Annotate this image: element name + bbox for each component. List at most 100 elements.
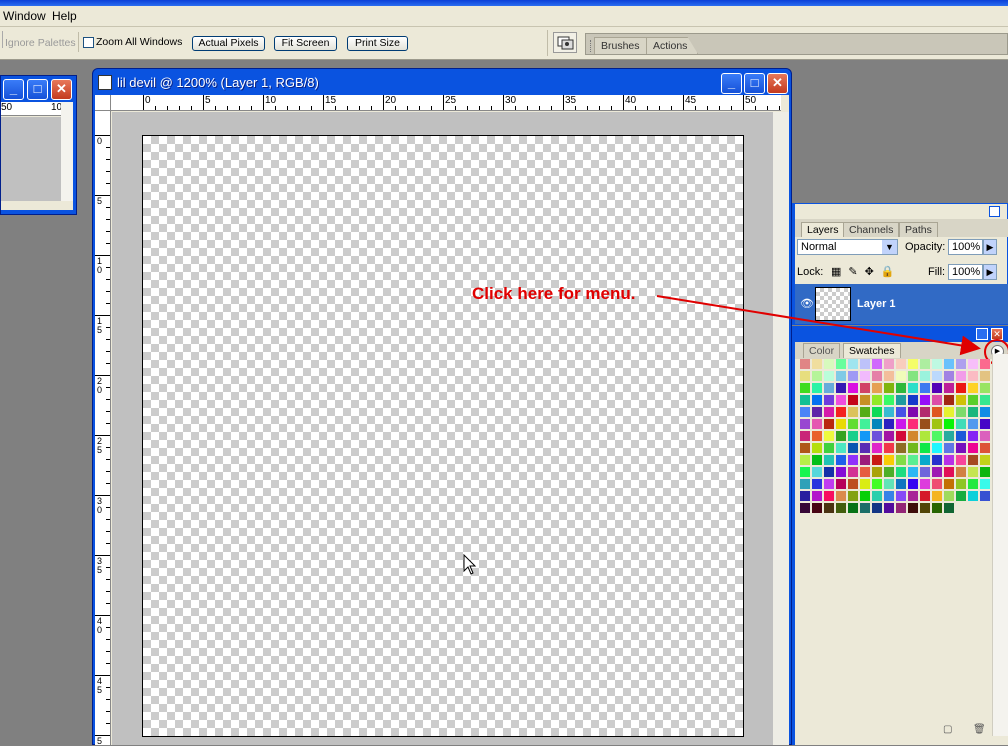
color-swatch[interactable]: [956, 431, 967, 442]
color-swatch[interactable]: [824, 431, 835, 442]
color-swatch[interactable]: [932, 371, 943, 382]
print-size-button[interactable]: Print Size: [347, 36, 408, 51]
color-swatch[interactable]: [800, 395, 811, 406]
color-swatch[interactable]: [860, 467, 871, 478]
color-swatch[interactable]: [908, 371, 919, 382]
color-swatch[interactable]: [920, 455, 931, 466]
color-swatch[interactable]: [896, 503, 907, 514]
color-swatch[interactable]: [968, 371, 979, 382]
color-swatch[interactable]: [812, 479, 823, 490]
color-swatch[interactable]: [836, 491, 847, 502]
color-swatch[interactable]: [884, 467, 895, 478]
color-swatch[interactable]: [956, 467, 967, 478]
color-swatch[interactable]: [932, 359, 943, 370]
color-swatch[interactable]: [836, 479, 847, 490]
color-swatch[interactable]: [800, 503, 811, 514]
color-swatch[interactable]: [812, 383, 823, 394]
color-swatch[interactable]: [884, 371, 895, 382]
color-swatch[interactable]: [980, 479, 991, 490]
color-swatch[interactable]: [968, 443, 979, 454]
color-swatch[interactable]: [908, 479, 919, 490]
color-swatch[interactable]: [884, 383, 895, 394]
color-swatch[interactable]: [824, 455, 835, 466]
color-swatch[interactable]: [968, 407, 979, 418]
color-swatch[interactable]: [896, 431, 907, 442]
color-swatch[interactable]: [944, 431, 955, 442]
color-swatch[interactable]: [980, 359, 991, 370]
color-swatch[interactable]: [860, 395, 871, 406]
color-swatch[interactable]: [884, 431, 895, 442]
color-swatch[interactable]: [884, 443, 895, 454]
vertical-scrollbar[interactable]: [61, 102, 73, 201]
color-swatch[interactable]: [860, 419, 871, 430]
color-swatch[interactable]: [956, 443, 967, 454]
color-swatch[interactable]: [848, 395, 859, 406]
color-swatch[interactable]: [968, 419, 979, 430]
color-swatch[interactable]: [860, 383, 871, 394]
color-swatch[interactable]: [836, 431, 847, 442]
color-swatch[interactable]: [884, 359, 895, 370]
color-swatch[interactable]: [800, 467, 811, 478]
color-swatch[interactable]: [932, 491, 943, 502]
color-swatch[interactable]: [980, 443, 991, 454]
menu-help[interactable]: Help: [49, 8, 80, 25]
color-swatch[interactable]: [800, 371, 811, 382]
color-swatch[interactable]: [896, 371, 907, 382]
color-swatch[interactable]: [956, 455, 967, 466]
minimize-button[interactable]: _: [3, 79, 24, 100]
opacity-slider-arrow-icon[interactable]: ▶: [983, 239, 997, 255]
color-swatch[interactable]: [980, 491, 991, 502]
color-swatch[interactable]: [932, 503, 943, 514]
color-swatch[interactable]: [836, 371, 847, 382]
color-swatch[interactable]: [884, 491, 895, 502]
color-swatch[interactable]: [896, 419, 907, 430]
color-swatch[interactable]: [812, 359, 823, 370]
color-swatch[interactable]: [836, 443, 847, 454]
color-swatch[interactable]: [956, 407, 967, 418]
color-swatch[interactable]: [812, 467, 823, 478]
color-swatch[interactable]: [968, 431, 979, 442]
color-swatch[interactable]: [848, 467, 859, 478]
lock-icons[interactable]: ▦✎✥🔒: [831, 265, 902, 278]
trash-icon[interactable]: 🗑: [973, 724, 986, 735]
color-swatch[interactable]: [800, 407, 811, 418]
color-swatch[interactable]: [836, 419, 847, 430]
color-swatch[interactable]: [932, 455, 943, 466]
color-swatch[interactable]: [896, 395, 907, 406]
panel-minimize-button[interactable]: [989, 206, 1000, 217]
color-swatch[interactable]: [920, 419, 931, 430]
color-swatch[interactable]: [932, 431, 943, 442]
color-swatch[interactable]: [944, 383, 955, 394]
color-swatch[interactable]: [812, 455, 823, 466]
color-swatch[interactable]: [944, 503, 955, 514]
color-swatch[interactable]: [824, 419, 835, 430]
color-swatch[interactable]: [872, 383, 883, 394]
color-swatch[interactable]: [920, 383, 931, 394]
color-swatch[interactable]: [980, 455, 991, 466]
color-swatch[interactable]: [944, 395, 955, 406]
background-document-window[interactable]: _ □ ✕ 50 10: [0, 75, 77, 215]
color-swatch[interactable]: [812, 443, 823, 454]
color-swatch[interactable]: [872, 491, 883, 502]
zoom-all-windows-checkbox[interactable]: [83, 37, 94, 48]
color-swatch[interactable]: [944, 443, 955, 454]
tab-layers[interactable]: Layers: [801, 222, 845, 237]
color-swatch[interactable]: [908, 503, 919, 514]
color-swatch[interactable]: [932, 407, 943, 418]
color-swatch[interactable]: [896, 467, 907, 478]
color-swatch[interactable]: [908, 359, 919, 370]
well-tab-brushes[interactable]: Brushes: [594, 37, 647, 54]
fill-field[interactable]: 100%: [948, 264, 983, 280]
tab-channels[interactable]: Channels: [843, 222, 900, 237]
color-swatch[interactable]: [968, 359, 979, 370]
color-swatch[interactable]: [920, 371, 931, 382]
color-swatch[interactable]: [920, 431, 931, 442]
color-swatch[interactable]: [860, 443, 871, 454]
canvas-area[interactable]: [112, 112, 773, 745]
color-swatch[interactable]: [824, 407, 835, 418]
color-swatch[interactable]: [944, 407, 955, 418]
color-swatch[interactable]: [920, 359, 931, 370]
color-swatch[interactable]: [932, 443, 943, 454]
color-swatch[interactable]: [896, 359, 907, 370]
color-swatch[interactable]: [884, 419, 895, 430]
